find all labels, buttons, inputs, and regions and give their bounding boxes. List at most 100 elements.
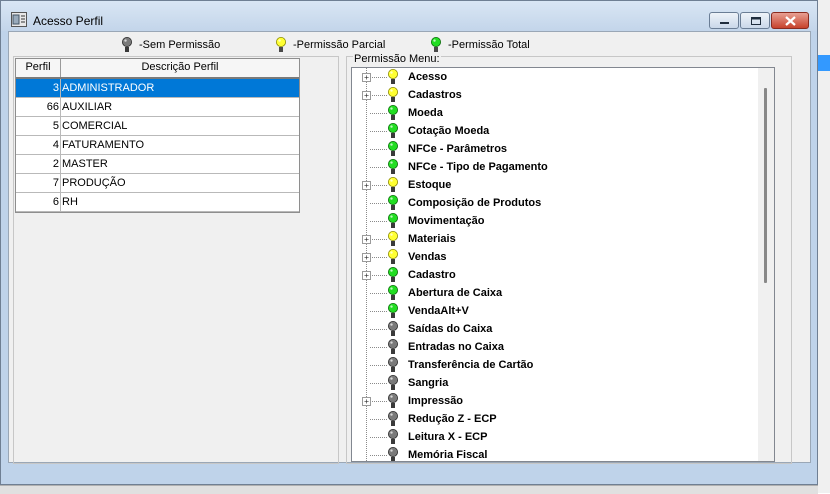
minimize-button[interactable] <box>709 12 739 29</box>
green-bulb-icon <box>388 213 398 228</box>
yellow-bulb-icon <box>388 231 398 246</box>
cell-descricao: AUXILIAR <box>62 101 113 113</box>
cell-descricao: MASTER <box>62 158 108 170</box>
tree-item[interactable]: Moeda <box>352 104 772 122</box>
title-bar[interactable]: Acesso Perfil <box>1 1 817 31</box>
yellow-bulb-icon <box>388 177 398 192</box>
tree-item[interactable]: + Materiais <box>352 230 772 248</box>
tree-connector <box>370 311 387 312</box>
tree-item[interactable]: + Acesso <box>352 68 772 86</box>
tree-item-label: Cadastros <box>408 89 462 101</box>
tree-connector <box>370 95 387 96</box>
expand-icon[interactable]: + <box>362 271 371 280</box>
tree-connector <box>370 365 387 366</box>
gray-bulb-icon <box>388 393 398 408</box>
expand-icon[interactable]: + <box>362 253 371 262</box>
table-row[interactable]: 5 COMERCIAL <box>16 117 299 136</box>
tree-item[interactable]: VendaAlt+V <box>352 302 772 320</box>
tree-connector <box>370 185 387 186</box>
green-bulb-icon <box>388 267 398 282</box>
tree-item-label: Leitura X - ECP <box>408 431 488 443</box>
tree-item[interactable]: Transferência de Cartão <box>352 356 772 374</box>
gray-bulb-icon <box>388 357 398 372</box>
expand-icon[interactable]: + <box>362 181 371 190</box>
tree-item[interactable]: Memória Fiscal <box>352 446 772 461</box>
background-window-edge <box>818 0 830 493</box>
tree-item[interactable]: NFCe - Parâmetros <box>352 140 772 158</box>
expand-icon[interactable]: + <box>362 397 371 406</box>
tree-item[interactable]: Leitura X - ECP <box>352 428 772 446</box>
yellow-bulb-icon <box>276 37 286 52</box>
tree-connector <box>370 167 387 168</box>
close-icon <box>785 16 796 26</box>
tree-item-label: Entradas no Caixa <box>408 341 504 353</box>
tree-item[interactable]: Abertura de Caixa <box>352 284 772 302</box>
scrollbar-thumb[interactable] <box>764 88 767 283</box>
tree-item-label: Vendas <box>408 251 447 263</box>
permissions-tree[interactable]: + Acesso + Cadastros Moeda Cotação Moeda NFCe … <box>351 67 775 462</box>
tree-item-label: Materiais <box>408 233 456 245</box>
legend-permissao-total: -Permissão Total <box>430 37 530 53</box>
tree-item[interactable]: NFCe - Tipo de Pagamento <box>352 158 772 176</box>
gray-bulb-icon <box>122 37 132 52</box>
tree-connector <box>370 131 387 132</box>
grid-header: Perfil Descrição Perfil <box>16 59 299 79</box>
column-header-perfil[interactable]: Perfil <box>16 59 61 77</box>
tree-item[interactable]: + Estoque <box>352 176 772 194</box>
cell-perfil: 6 <box>16 193 61 211</box>
tree-connector <box>370 293 387 294</box>
tree-item[interactable]: + Vendas <box>352 248 772 266</box>
tree-connector <box>370 239 387 240</box>
table-row[interactable]: 66 AUXILIAR <box>16 98 299 117</box>
legend-label: -Permissão Total <box>448 39 530 51</box>
close-button[interactable] <box>771 12 809 29</box>
cell-perfil: 66 <box>16 98 61 116</box>
table-row[interactable]: 6 RH <box>16 193 299 212</box>
tree-item[interactable]: Cotação Moeda <box>352 122 772 140</box>
maximize-button[interactable] <box>740 12 770 29</box>
expand-icon[interactable]: + <box>362 235 371 244</box>
column-header-descricao[interactable]: Descrição Perfil <box>61 59 299 77</box>
tree-item[interactable]: Movimentação <box>352 212 772 230</box>
cell-descricao: ADMINISTRADOR <box>62 82 155 94</box>
tree-item[interactable]: Entradas no Caixa <box>352 338 772 356</box>
table-row[interactable]: 7 PRODUÇÃO <box>16 174 299 193</box>
tree-connector <box>370 347 387 348</box>
tree-item-label: Acesso <box>408 71 448 83</box>
tree-item-label: Saídas do Caixa <box>408 323 493 335</box>
cell-descricao: COMERCIAL <box>62 120 128 132</box>
tree-item-label: Cotação Moeda <box>408 125 490 137</box>
tree-item[interactable]: Saídas do Caixa <box>352 320 772 338</box>
tree-item-label: Impressão <box>408 395 464 407</box>
permissions-label: Permissão Menu: <box>353 53 441 65</box>
cell-perfil: 3 <box>16 79 61 97</box>
tree-item-label: Transferência de Cartão <box>408 359 534 371</box>
tree-connector <box>370 275 387 276</box>
cell-descricao: FATURAMENTO <box>62 139 145 151</box>
tree-item-label: Estoque <box>408 179 452 191</box>
yellow-bulb-icon <box>388 249 398 264</box>
tree-item[interactable]: Sangria <box>352 374 772 392</box>
tree-item[interactable]: + Cadastros <box>352 86 772 104</box>
tree-item-label: Movimentação <box>408 215 485 227</box>
tree-item-label: Abertura de Caixa <box>408 287 503 299</box>
tree-connector <box>370 437 387 438</box>
table-row[interactable]: 2 MASTER <box>16 155 299 174</box>
maximize-icon <box>751 17 761 25</box>
expand-icon[interactable]: + <box>362 91 371 100</box>
tree-connector <box>370 149 387 150</box>
tree-item[interactable]: Composição de Produtos <box>352 194 772 212</box>
gray-bulb-icon <box>388 375 398 390</box>
green-bulb-icon <box>388 123 398 138</box>
vertical-scrollbar[interactable] <box>758 68 774 461</box>
table-row[interactable]: 3 ADMINISTRADOR <box>16 79 299 98</box>
cell-perfil: 4 <box>16 136 61 154</box>
expand-icon[interactable]: + <box>362 73 371 82</box>
tree-connector <box>370 113 387 114</box>
permissions-panel: Permissão Menu: + Acesso + Cadastros Moeda Co… <box>346 53 792 464</box>
tree-item[interactable]: + Impressão <box>352 392 772 410</box>
tree-item[interactable]: + Cadastro <box>352 266 772 284</box>
table-row[interactable]: 4 FATURAMENTO <box>16 136 299 155</box>
tree-item[interactable]: Redução Z - ECP <box>352 410 772 428</box>
minimize-icon <box>720 22 729 24</box>
